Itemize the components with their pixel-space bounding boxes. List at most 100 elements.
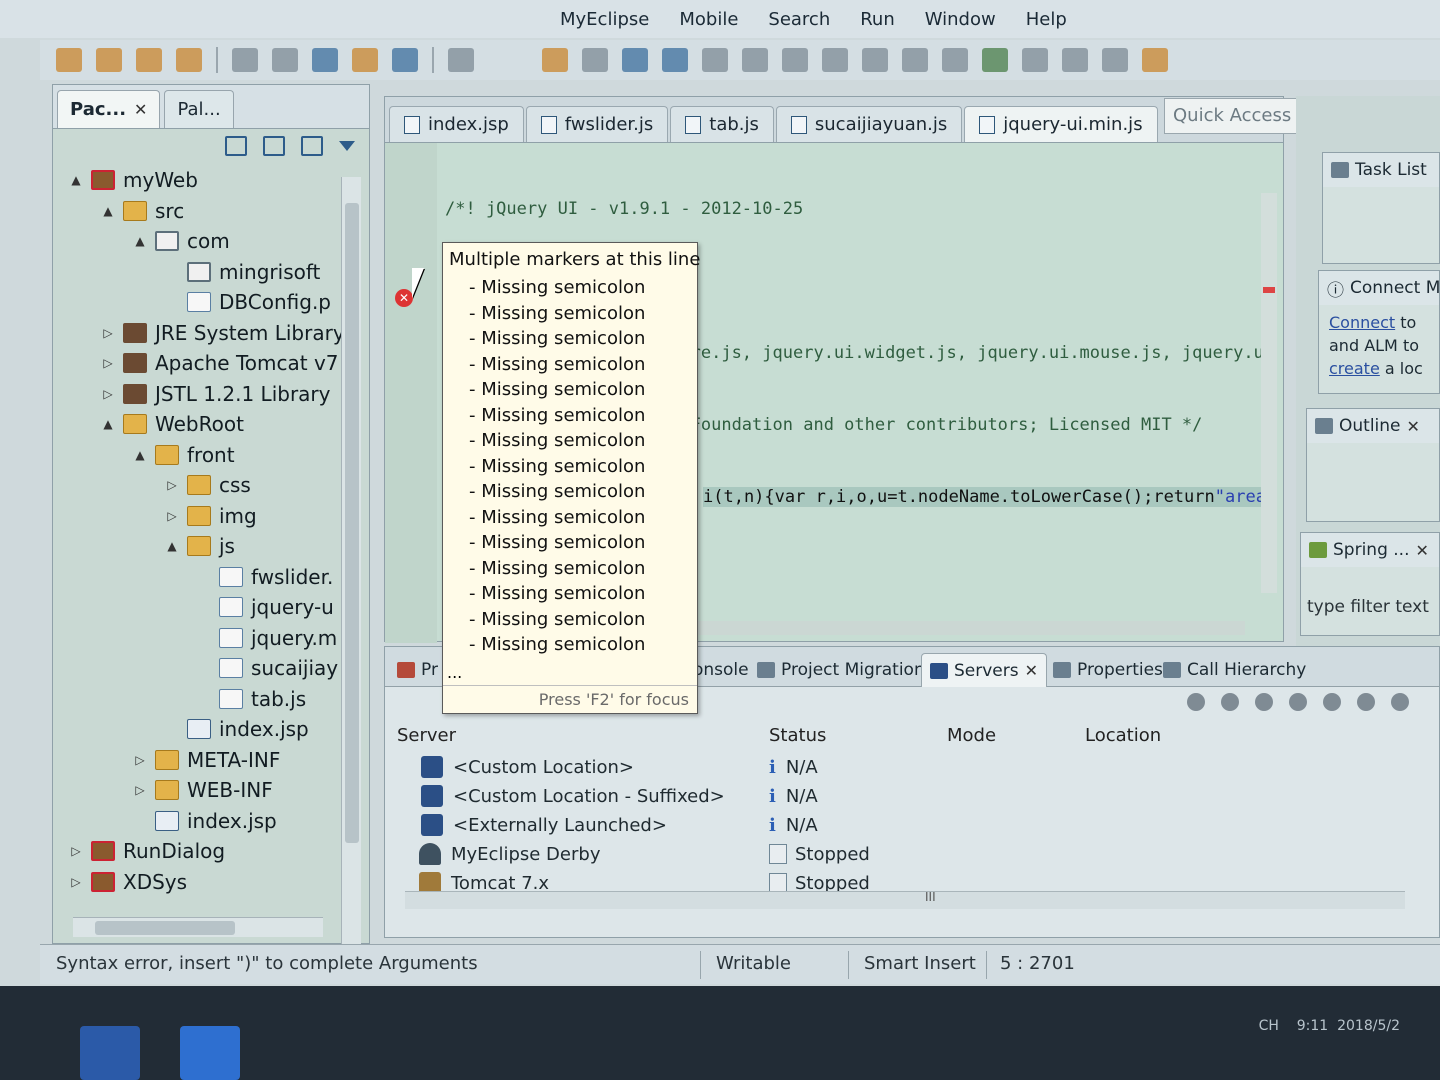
tab-call-hierarchy[interactable]: Call Hierarchy — [1155, 653, 1314, 687]
tab-palette[interactable]: Pal... — [164, 90, 234, 128]
twisty-icon[interactable]: ▲ — [133, 448, 147, 462]
twisty-icon[interactable]: ▷ — [69, 844, 83, 858]
tab-problems[interactable]: Pr — [389, 653, 446, 687]
tree-item[interactable]: ▲ js — [165, 531, 235, 561]
tree-item[interactable]: tab.js — [197, 684, 306, 714]
scroll-thumb[interactable] — [95, 921, 235, 935]
word-app-icon[interactable] — [80, 1026, 140, 1080]
tab-properties[interactable]: Properties — [1045, 653, 1171, 687]
connect-link[interactable]: Connect — [1329, 313, 1395, 332]
open-folder-icon[interactable] — [96, 48, 122, 72]
prev-edit-icon[interactable] — [352, 48, 378, 72]
tree-item[interactable]: ▲ myWeb — [69, 165, 198, 195]
twisty-icon[interactable]: ▲ — [133, 234, 147, 248]
db-icon[interactable] — [822, 48, 848, 72]
twisty-icon[interactable]: ▷ — [69, 875, 83, 889]
twisty-icon[interactable]: ▷ — [133, 783, 147, 797]
twisty-icon[interactable]: ▷ — [101, 326, 115, 340]
tool-icon[interactable] — [542, 48, 568, 72]
outline-title[interactable]: Outline — [1339, 416, 1401, 436]
close-icon[interactable]: ✕ — [1407, 417, 1420, 436]
debug-server-icon[interactable] — [1187, 693, 1205, 711]
tray-date[interactable]: 2018/5/2 — [1337, 1018, 1400, 1034]
gear-icon[interactable] — [902, 48, 928, 72]
twisty-icon[interactable]: ▲ — [165, 539, 179, 553]
window-icon[interactable] — [942, 48, 968, 72]
profile-server-icon[interactable] — [1255, 693, 1273, 711]
task-list-title[interactable]: Task List — [1355, 160, 1427, 180]
twisty-icon[interactable]: ▷ — [165, 509, 179, 523]
server-manage-icon[interactable] — [702, 48, 728, 72]
horizontal-scrollbar[interactable] — [73, 917, 323, 937]
menu-search[interactable]: Search — [768, 9, 830, 30]
menu-mobile[interactable]: Mobile — [679, 9, 738, 30]
tree-item[interactable]: jquery-u — [197, 592, 334, 622]
tree-item[interactable]: sucaijiay — [197, 653, 338, 683]
tree-item[interactable]: ▲ WebRoot — [101, 409, 244, 439]
view-menu-icon[interactable] — [339, 141, 355, 151]
tree-item[interactable]: ▲ com — [133, 226, 229, 256]
brush-icon[interactable] — [136, 48, 162, 72]
publish-icon[interactable] — [1323, 693, 1341, 711]
error-marker-icon[interactable]: ✕ — [395, 289, 413, 307]
column-location[interactable]: Location — [1085, 725, 1161, 746]
run-config-icon[interactable] — [622, 48, 648, 72]
menu-run[interactable]: Run — [860, 9, 895, 30]
collapse-all-icon[interactable] — [225, 136, 247, 156]
menu-help[interactable]: Help — [1026, 9, 1067, 30]
filter-icon[interactable] — [301, 136, 323, 156]
browser-icon[interactable] — [582, 48, 608, 72]
twisty-icon[interactable]: ▷ — [101, 387, 115, 401]
tree-item[interactable]: ▷ JSTL 1.2.1 Library — [101, 379, 330, 409]
stop-server-icon[interactable] — [1289, 693, 1307, 711]
menu-myeclipse[interactable]: MyEclipse — [560, 9, 649, 30]
tray-time[interactable]: 9:11 — [1297, 1018, 1328, 1034]
column-status[interactable]: Status — [769, 725, 826, 746]
remove-icon[interactable] — [1357, 693, 1375, 711]
tree-item[interactable]: ▲ src — [101, 196, 184, 226]
back-icon[interactable] — [312, 48, 338, 72]
run-icon[interactable] — [1022, 48, 1048, 72]
tasks-icon[interactable] — [782, 48, 808, 72]
spring-filter-input[interactable]: type filter text — [1301, 597, 1439, 617]
tree-item[interactable]: fwslider. — [197, 562, 333, 592]
twisty-icon[interactable]: ▷ — [165, 478, 179, 492]
twisty-icon[interactable]: ▲ — [101, 417, 115, 431]
spring-title[interactable]: Spring ... — [1333, 540, 1409, 560]
deploy-icon[interactable] — [232, 48, 258, 72]
app-icon[interactable] — [180, 1026, 240, 1080]
tray-language[interactable]: CH — [1259, 1018, 1279, 1034]
create-link[interactable]: create — [1329, 359, 1380, 378]
external-tools-icon[interactable] — [1062, 48, 1088, 72]
twisty-icon[interactable]: ▲ — [101, 204, 115, 218]
link-with-editor-icon[interactable] — [263, 136, 285, 156]
menu-window[interactable]: Window — [925, 9, 996, 30]
debug-icon[interactable] — [982, 48, 1008, 72]
editor-vertical-scrollbar[interactable] — [1261, 193, 1277, 593]
tree-item[interactable]: ▲ front — [133, 440, 234, 470]
scroll-thumb[interactable] — [345, 203, 359, 843]
profile-icon[interactable] — [662, 48, 688, 72]
tree-item[interactable]: ▷ img — [165, 501, 256, 531]
server-row[interactable]: <Custom Location> — [421, 753, 634, 781]
open-type-icon[interactable] — [176, 48, 202, 72]
report-icon[interactable] — [862, 48, 888, 72]
start-server-icon[interactable] — [1221, 693, 1239, 711]
overview-ruler-error[interactable] — [1263, 287, 1275, 293]
forward-icon[interactable] — [392, 48, 418, 72]
server-row[interactable]: <Externally Launched> — [421, 811, 667, 839]
tree-item[interactable]: index.jsp — [165, 714, 309, 744]
view-menu-icon[interactable] — [1391, 693, 1409, 711]
tree-item[interactable]: mingrisoft — [165, 257, 320, 287]
close-icon[interactable]: ✕ — [1025, 661, 1038, 680]
tab-servers[interactable]: Servers ✕ — [921, 653, 1048, 687]
twisty-icon[interactable]: ▷ — [133, 753, 147, 767]
vertical-scrollbar[interactable] — [341, 177, 361, 947]
tree-item[interactable]: ▷ META-INF — [133, 745, 280, 775]
new-window-icon[interactable] — [448, 48, 474, 72]
new-project-icon[interactable] — [56, 48, 82, 72]
tree-item[interactable]: jquery.m — [197, 623, 337, 653]
plugin-icon[interactable] — [1142, 48, 1168, 72]
editor-tab-fwslider-js[interactable]: fwslider.js — [525, 106, 669, 142]
tree-item[interactable]: ▷ css — [165, 470, 250, 500]
